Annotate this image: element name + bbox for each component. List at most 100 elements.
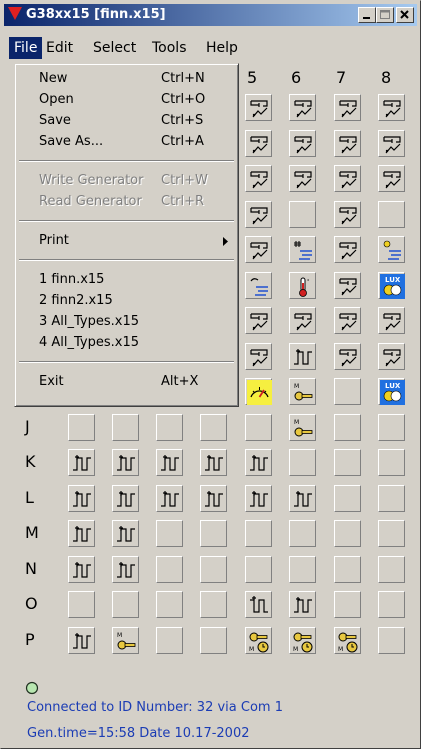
blind-cell[interactable] [245, 342, 272, 370]
blind-cell[interactable] [289, 129, 316, 157]
empty-cell[interactable] [112, 591, 139, 618]
close-button[interactable] [396, 7, 414, 23]
pulse-cell[interactable] [68, 484, 95, 512]
empty-cell[interactable] [245, 555, 272, 583]
empty-cell[interactable] [334, 378, 361, 405]
blind-cell[interactable] [334, 165, 361, 192]
pulse-inv-cell[interactable] [245, 591, 272, 618]
pulse-cell[interactable] [200, 484, 227, 512]
pulse-cell[interactable] [156, 449, 183, 476]
empty-cell[interactable] [156, 626, 183, 654]
menu-item-save[interactable]: Save Ctrl+S [17, 110, 236, 132]
key-cell[interactable]: M [289, 413, 316, 441]
blind-cell[interactable] [334, 200, 361, 228]
menu-select[interactable]: Select [88, 37, 141, 59]
empty-cell[interactable] [334, 591, 361, 618]
empty-cell[interactable] [200, 520, 227, 547]
pulse-cell[interactable] [112, 555, 139, 583]
empty-cell[interactable] [156, 591, 183, 618]
blind-cell[interactable] [378, 165, 405, 192]
pulse-cell[interactable] [200, 449, 227, 476]
menu-item-1-finn-x15[interactable]: 1 finn.x15 [17, 269, 236, 291]
menu-item-open[interactable]: Open Ctrl+O [17, 89, 236, 111]
empty-cell[interactable] [200, 626, 227, 654]
pulse-cell[interactable] [245, 449, 272, 476]
pulse-cell[interactable] [68, 449, 95, 476]
key-timer-cell[interactable]: M [289, 626, 316, 654]
empty-cell[interactable] [334, 449, 361, 476]
pulse-cell[interactable] [289, 342, 316, 370]
empty-cell[interactable] [378, 555, 405, 583]
empty-cell[interactable] [289, 555, 316, 583]
key-timer-cell[interactable]: M [245, 626, 272, 654]
pulse-cell[interactable] [68, 520, 95, 547]
blind-cell[interactable] [245, 94, 272, 121]
empty-cell[interactable] [289, 449, 316, 476]
menu-item-4-all-types-x15[interactable]: 4 All_Types.x15 [17, 332, 236, 354]
empty-cell[interactable] [378, 484, 405, 512]
blind-cell[interactable] [289, 94, 316, 121]
pulse-cell[interactable] [112, 484, 139, 512]
blind-cell[interactable] [245, 236, 272, 263]
empty-cell[interactable] [334, 555, 361, 583]
menu-edit[interactable]: Edit [41, 37, 78, 59]
blind-cell[interactable] [245, 129, 272, 157]
empty-cell[interactable] [289, 200, 316, 228]
blind-cell[interactable] [334, 236, 361, 263]
blind-cell[interactable] [378, 129, 405, 157]
empty-cell[interactable] [378, 591, 405, 618]
pulse-cell[interactable] [68, 626, 95, 654]
blind-cell[interactable] [334, 271, 361, 299]
empty-cell[interactable] [378, 413, 405, 441]
pulse-cell[interactable] [156, 484, 183, 512]
blind-cell[interactable] [245, 165, 272, 192]
blind-cell[interactable] [289, 307, 316, 334]
empty-cell[interactable] [200, 413, 227, 441]
menu-item-exit[interactable]: Exit Alt+X [17, 371, 236, 393]
menu-item-new[interactable]: New Ctrl+N [17, 68, 236, 90]
blind-cell[interactable] [245, 200, 272, 228]
key-timer-cell[interactable]: M [334, 626, 361, 654]
menu-item-write-generator[interactable]: Write Generator Ctrl+W [17, 170, 236, 192]
key-cell[interactable]: M [289, 378, 316, 405]
pulse-cell[interactable] [245, 484, 272, 512]
empty-cell[interactable] [378, 520, 405, 547]
pulse-cell[interactable] [112, 449, 139, 476]
empty-cell[interactable] [378, 626, 405, 654]
pulse-cell[interactable] [68, 555, 95, 583]
thermometer-cell[interactable]: ° [289, 271, 316, 299]
pulse-cell[interactable] [289, 484, 316, 512]
sun-sensor-cell[interactable] [378, 236, 405, 263]
menu-item-read-generator[interactable]: Read Generator Ctrl+R [17, 191, 236, 213]
empty-cell[interactable] [289, 520, 316, 547]
empty-cell[interactable] [156, 520, 183, 547]
menu-item-3-all-types-x15[interactable]: 3 All_Types.x15 [17, 311, 236, 333]
blind-cell[interactable] [334, 342, 361, 370]
wind-cell[interactable] [289, 236, 316, 263]
pulse-cell[interactable] [289, 591, 316, 618]
blind-cell[interactable] [334, 307, 361, 334]
empty-cell[interactable] [334, 413, 361, 441]
empty-cell[interactable] [68, 413, 95, 441]
alarm-cell[interactable] [245, 378, 272, 405]
blind-cell[interactable] [378, 342, 405, 370]
menu-help[interactable]: Help [201, 37, 243, 59]
empty-cell[interactable] [112, 413, 139, 441]
blind-cell[interactable] [289, 165, 316, 192]
menu-item-2-finn2-x15[interactable]: 2 finn2.x15 [17, 290, 236, 312]
pulse-cell[interactable] [112, 520, 139, 547]
menu-item-save-as[interactable]: Save As... Ctrl+A [17, 131, 236, 153]
key-cell[interactable]: M [112, 626, 139, 654]
blind-cell[interactable] [334, 94, 361, 121]
lux-cell[interactable]: LUX [378, 378, 405, 405]
menu-file[interactable]: File [9, 37, 43, 59]
empty-cell[interactable] [245, 413, 272, 441]
minimize-button[interactable] [358, 7, 376, 23]
empty-cell[interactable] [334, 484, 361, 512]
blind-cell[interactable] [245, 307, 272, 334]
empty-cell[interactable] [156, 413, 183, 441]
maximize-button[interactable] [376, 7, 394, 23]
empty-cell[interactable] [200, 555, 227, 583]
blind-cell[interactable] [334, 129, 361, 157]
empty-cell[interactable] [334, 520, 361, 547]
